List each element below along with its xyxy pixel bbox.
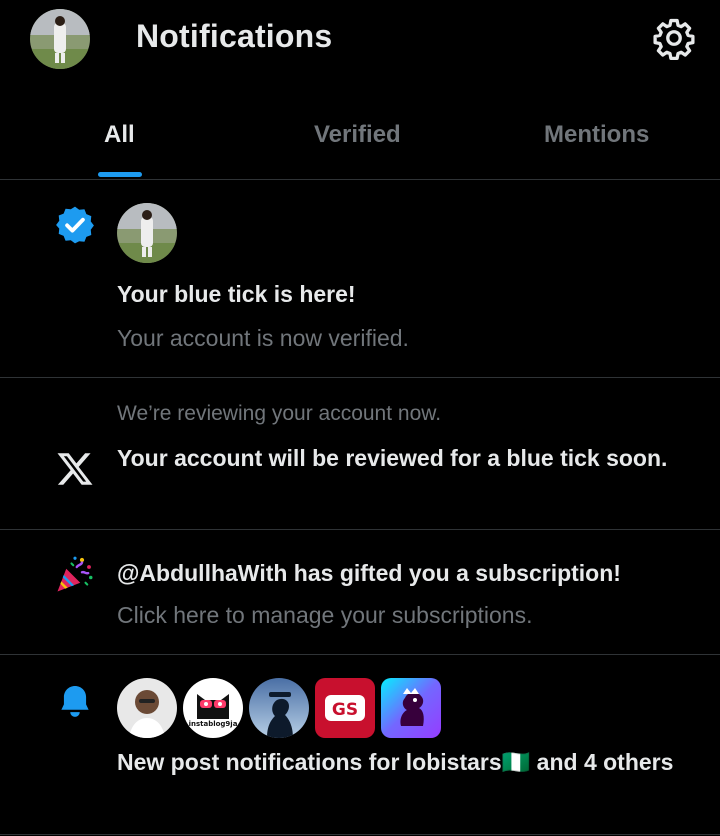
avatar[interactable] bbox=[117, 203, 177, 263]
gear-icon[interactable] bbox=[652, 16, 696, 60]
page-title: Notifications bbox=[136, 18, 333, 54]
avatar[interactable]: instablog9ja bbox=[183, 678, 243, 738]
svg-text:GS: GS bbox=[332, 700, 358, 720]
avatar[interactable]: GS bbox=[315, 678, 375, 738]
notification-title: New post notifications for lobistars🇳🇬 a… bbox=[117, 749, 674, 775]
x-logo-icon bbox=[54, 448, 96, 490]
notification-subtitle: Your account is now verified. bbox=[117, 325, 409, 351]
avatar-badge-text: instablog9ja bbox=[189, 720, 238, 728]
avatar[interactable] bbox=[381, 678, 441, 738]
tab-verified[interactable]: Verified bbox=[314, 121, 401, 149]
tab-bar: All Verified Mentions bbox=[0, 95, 720, 180]
notification-title: Your account will be reviewed for a blue… bbox=[117, 445, 668, 471]
avatar[interactable] bbox=[249, 678, 309, 738]
avatar[interactable] bbox=[117, 678, 177, 738]
notification-title: @AbdullhaWith has gifted you a subscript… bbox=[117, 560, 621, 586]
notification-item-review[interactable]: We’re reviewing your account now. Your a… bbox=[0, 378, 720, 530]
party-popper-icon bbox=[54, 553, 96, 595]
notification-title: Your blue tick is here! bbox=[117, 281, 356, 307]
header: Notifications bbox=[0, 0, 720, 80]
verified-badge-icon bbox=[54, 204, 96, 246]
notification-item-new-posts[interactable]: instablog9ja GS New post notifications f… bbox=[0, 655, 720, 835]
notification-item-verified[interactable]: Your blue tick is here! Your account is … bbox=[0, 181, 720, 378]
tab-mentions[interactable]: Mentions bbox=[544, 121, 649, 149]
bell-icon bbox=[56, 682, 94, 720]
active-tab-indicator bbox=[98, 172, 142, 177]
notification-item-gift[interactable]: @AbdullhaWith has gifted you a subscript… bbox=[0, 530, 720, 655]
notification-pretext: We’re reviewing your account now. bbox=[117, 402, 442, 425]
profile-avatar[interactable] bbox=[30, 9, 90, 69]
tab-all[interactable]: All bbox=[104, 121, 135, 149]
notification-subtitle[interactable]: Click here to manage your subscriptions. bbox=[117, 599, 687, 632]
